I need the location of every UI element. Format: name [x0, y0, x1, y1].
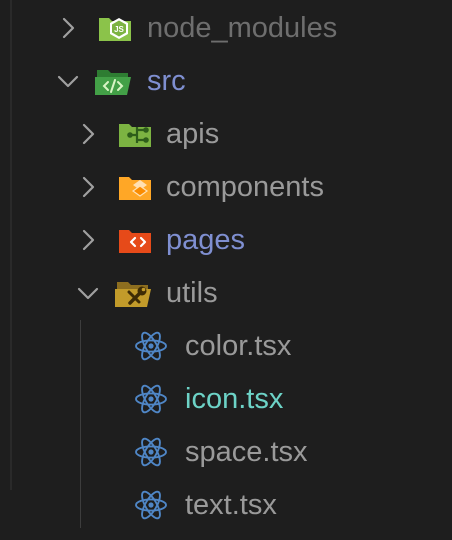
chevron-down-icon[interactable] — [56, 69, 80, 93]
api-folder-icon — [119, 124, 151, 147]
pages-folder-icon — [119, 230, 151, 253]
svg-text:JS: JS — [114, 25, 124, 34]
components-folder-icon — [119, 177, 151, 200]
tree-item-label: utils — [166, 277, 218, 309]
chevron-right-icon[interactable] — [56, 16, 80, 40]
file-explorer: JS node_modules src apis components page… — [0, 0, 452, 540]
tree-item-label: src — [147, 65, 186, 97]
tree-item-label: components — [166, 171, 324, 203]
tree-item-src[interactable]: src — [0, 55, 452, 108]
tree-item-icon-tsx[interactable]: icon.tsx — [0, 373, 452, 426]
tree-item-utils[interactable]: utils — [0, 267, 452, 320]
tree-item-text-tsx[interactable]: text.tsx — [0, 479, 452, 532]
chevron-right-icon[interactable] — [76, 122, 100, 146]
tree-item-label: pages — [166, 224, 246, 256]
tree-item-pages[interactable]: pages — [0, 214, 452, 267]
tree-item-label: node_modules — [147, 12, 338, 44]
chevron-down-icon[interactable] — [76, 281, 100, 305]
tree-item-label: space.tsx — [185, 436, 308, 468]
tree-item-label: text.tsx — [185, 489, 277, 521]
react-icon — [135, 437, 167, 467]
utils-folder-icon — [115, 282, 151, 307]
src-folder-icon — [95, 70, 131, 95]
tree-item-color-tsx[interactable]: color.tsx — [0, 320, 452, 373]
chevron-right-icon[interactable] — [76, 228, 100, 252]
tree-item-node-modules[interactable]: JS node_modules — [0, 2, 452, 55]
tree-item-components[interactable]: components — [0, 161, 452, 214]
tree-item-space-tsx[interactable]: space.tsx — [0, 426, 452, 479]
tree-item-label: icon.tsx — [185, 383, 284, 415]
nodejs-folder-icon: JS — [99, 18, 131, 41]
tree-item-label: color.tsx — [185, 330, 292, 362]
tree-item-apis[interactable]: apis — [0, 108, 452, 161]
react-icon — [135, 331, 167, 361]
chevron-right-icon[interactable] — [76, 175, 100, 199]
tree-item-label: apis — [166, 118, 220, 150]
react-icon — [135, 384, 167, 414]
react-icon — [135, 490, 167, 520]
